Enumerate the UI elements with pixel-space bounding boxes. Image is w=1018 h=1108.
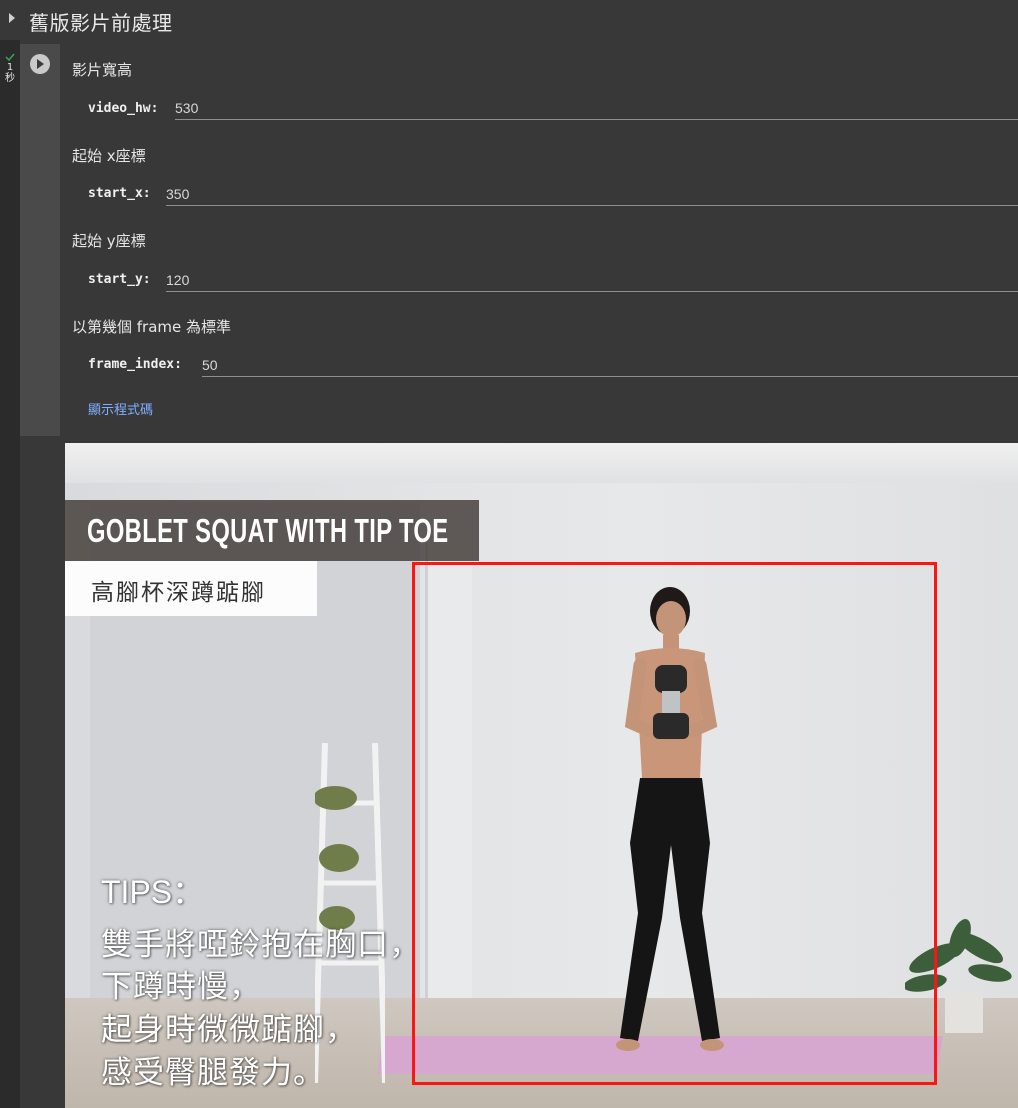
execution-duration-unit: 秒 <box>5 73 15 84</box>
video-subtitle-banner: 高腳杯深蹲踮腳 <box>65 561 317 616</box>
scene-ceiling <box>65 443 1018 483</box>
video-frame-output: GOBLET SQUAT WITH TIP TOE 高腳杯深蹲踮腳 TIPS： … <box>65 443 1018 1108</box>
param-name-start-x: start_x: <box>88 186 151 201</box>
tips-line: 感受臀腿發力。 <box>101 1055 325 1091</box>
start-y-input[interactable] <box>166 269 1018 292</box>
param-label-frame-index: 以第幾個 frame 為標準 <box>72 318 232 336</box>
start-x-input[interactable] <box>166 183 1018 206</box>
execution-duration: 1 <box>6 62 14 73</box>
param-label-start-x: 起始 x座標 <box>72 147 146 165</box>
tips-line: 下蹲時慢， <box>101 969 261 1005</box>
check-icon <box>5 53 15 62</box>
frame-index-input[interactable] <box>202 354 1018 377</box>
tips-line: 雙手將啞鈴抱在胸口， <box>101 927 421 963</box>
section-header[interactable]: 舊版影片前處理 <box>0 0 1018 40</box>
param-label-video-hw: 影片寬高 <box>72 61 133 79</box>
param-name-video-hw: video_hw: <box>88 101 159 116</box>
param-name-frame-index: frame_index: <box>88 357 182 372</box>
section-title: 舊版影片前處理 <box>29 11 173 35</box>
crop-bounding-box <box>412 562 937 1085</box>
tips-line: 起身時微微踮腳， <box>101 1012 357 1048</box>
cell-gutter-strip <box>20 44 60 436</box>
collapse-arrow-icon[interactable] <box>9 13 15 23</box>
video-subtitle: 高腳杯深蹲踮腳 <box>91 580 266 606</box>
video-title-banner: GOBLET SQUAT WITH TIP TOE <box>65 500 479 561</box>
video-title: GOBLET SQUAT WITH TIP TOE <box>87 512 449 549</box>
tips-title: TIPS： <box>101 874 205 910</box>
video-hw-input[interactable] <box>175 97 1018 120</box>
param-name-start-y: start_y: <box>88 272 151 287</box>
execution-status: 1 秒 <box>0 52 20 84</box>
left-gutter <box>0 0 20 1108</box>
show-code-link[interactable]: 顯示程式碼 <box>88 399 153 418</box>
run-cell-button[interactable] <box>30 54 50 74</box>
param-label-start-y: 起始 y座標 <box>72 232 146 250</box>
